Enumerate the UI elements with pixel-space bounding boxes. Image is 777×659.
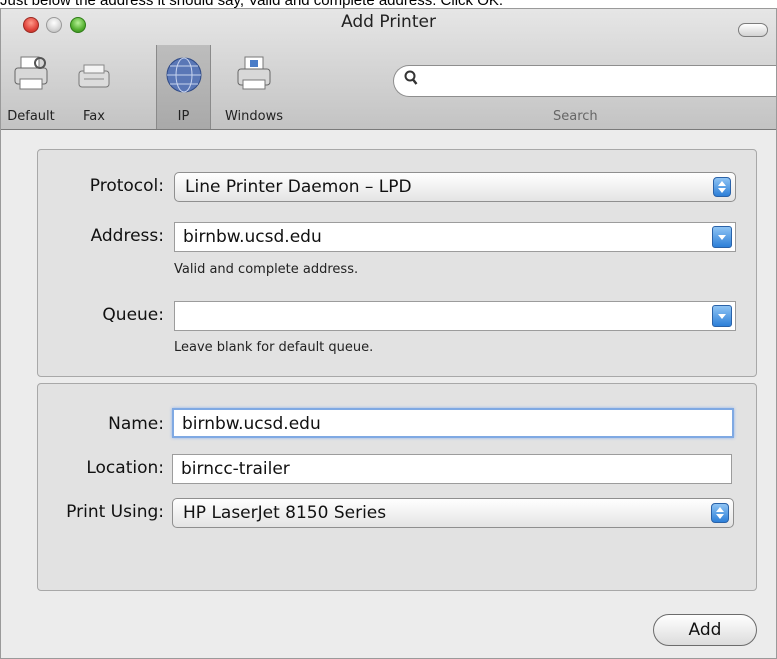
search-input[interactable] xyxy=(393,65,776,97)
location-label: Location: xyxy=(86,458,164,478)
location-field[interactable]: birncc-trailer xyxy=(172,454,732,484)
add-printer-window: Add Printer Default Fax IP Windows Searc… xyxy=(0,8,777,659)
print-using-value: HP LaserJet 8150 Series xyxy=(183,503,387,523)
windows-printer-icon xyxy=(234,55,274,97)
address-combobox[interactable]: birnbw.ucsd.edu xyxy=(174,222,736,252)
protocol-label: Protocol: xyxy=(89,176,164,196)
toolbar-default-button[interactable]: Default xyxy=(1,45,61,127)
search-label: Search xyxy=(553,109,598,124)
fax-icon xyxy=(77,55,111,97)
protocol-value: Line Printer Daemon – LPD xyxy=(185,177,412,197)
name-field[interactable]: birnbw.ucsd.edu xyxy=(172,408,734,438)
toolbar-windows-label: Windows xyxy=(224,109,284,124)
location-value: birncc-trailer xyxy=(181,459,290,479)
toolbar-fax-label: Fax xyxy=(83,109,105,124)
print-using-label: Print Using: xyxy=(66,502,164,522)
globe-icon xyxy=(164,55,204,99)
address-label: Address: xyxy=(90,226,164,246)
toolbar-default-label: Default xyxy=(7,109,55,124)
queue-combobox[interactable] xyxy=(174,301,736,331)
name-value: birnbw.ucsd.edu xyxy=(182,414,321,434)
updown-arrows-icon xyxy=(713,177,731,197)
printer-icon xyxy=(11,55,51,97)
toolbar-ip-button[interactable]: IP xyxy=(156,45,211,129)
toolbar-fax-button[interactable]: Fax xyxy=(69,45,119,127)
updown-arrows-icon xyxy=(711,503,729,523)
connection-panel: Protocol: Line Printer Daemon – LPD Addr… xyxy=(37,149,757,377)
toolbar-windows-button[interactable]: Windows xyxy=(217,45,291,127)
toolbar: Add Printer Default Fax IP Windows Searc… xyxy=(1,9,776,130)
chevron-down-icon[interactable] xyxy=(712,226,732,248)
printer-details-panel: Name: birnbw.ucsd.edu Location: birncc-t… xyxy=(37,383,757,591)
name-label: Name: xyxy=(108,414,164,434)
add-button[interactable]: Add xyxy=(653,614,757,646)
window-title: Add Printer xyxy=(341,12,436,32)
queue-hint: Leave blank for default queue. xyxy=(174,340,374,355)
print-using-popup[interactable]: HP LaserJet 8150 Series xyxy=(172,498,734,528)
protocol-popup[interactable]: Line Printer Daemon – LPD xyxy=(174,172,736,202)
address-hint: Valid and complete address. xyxy=(174,262,359,277)
chevron-down-icon[interactable] xyxy=(712,305,732,327)
address-value: birnbw.ucsd.edu xyxy=(183,227,322,247)
toolbar-ip-label: IP xyxy=(177,109,190,124)
queue-label: Queue: xyxy=(102,305,164,325)
search-icon xyxy=(404,70,418,90)
toolbar-toggle-button[interactable] xyxy=(738,23,768,37)
